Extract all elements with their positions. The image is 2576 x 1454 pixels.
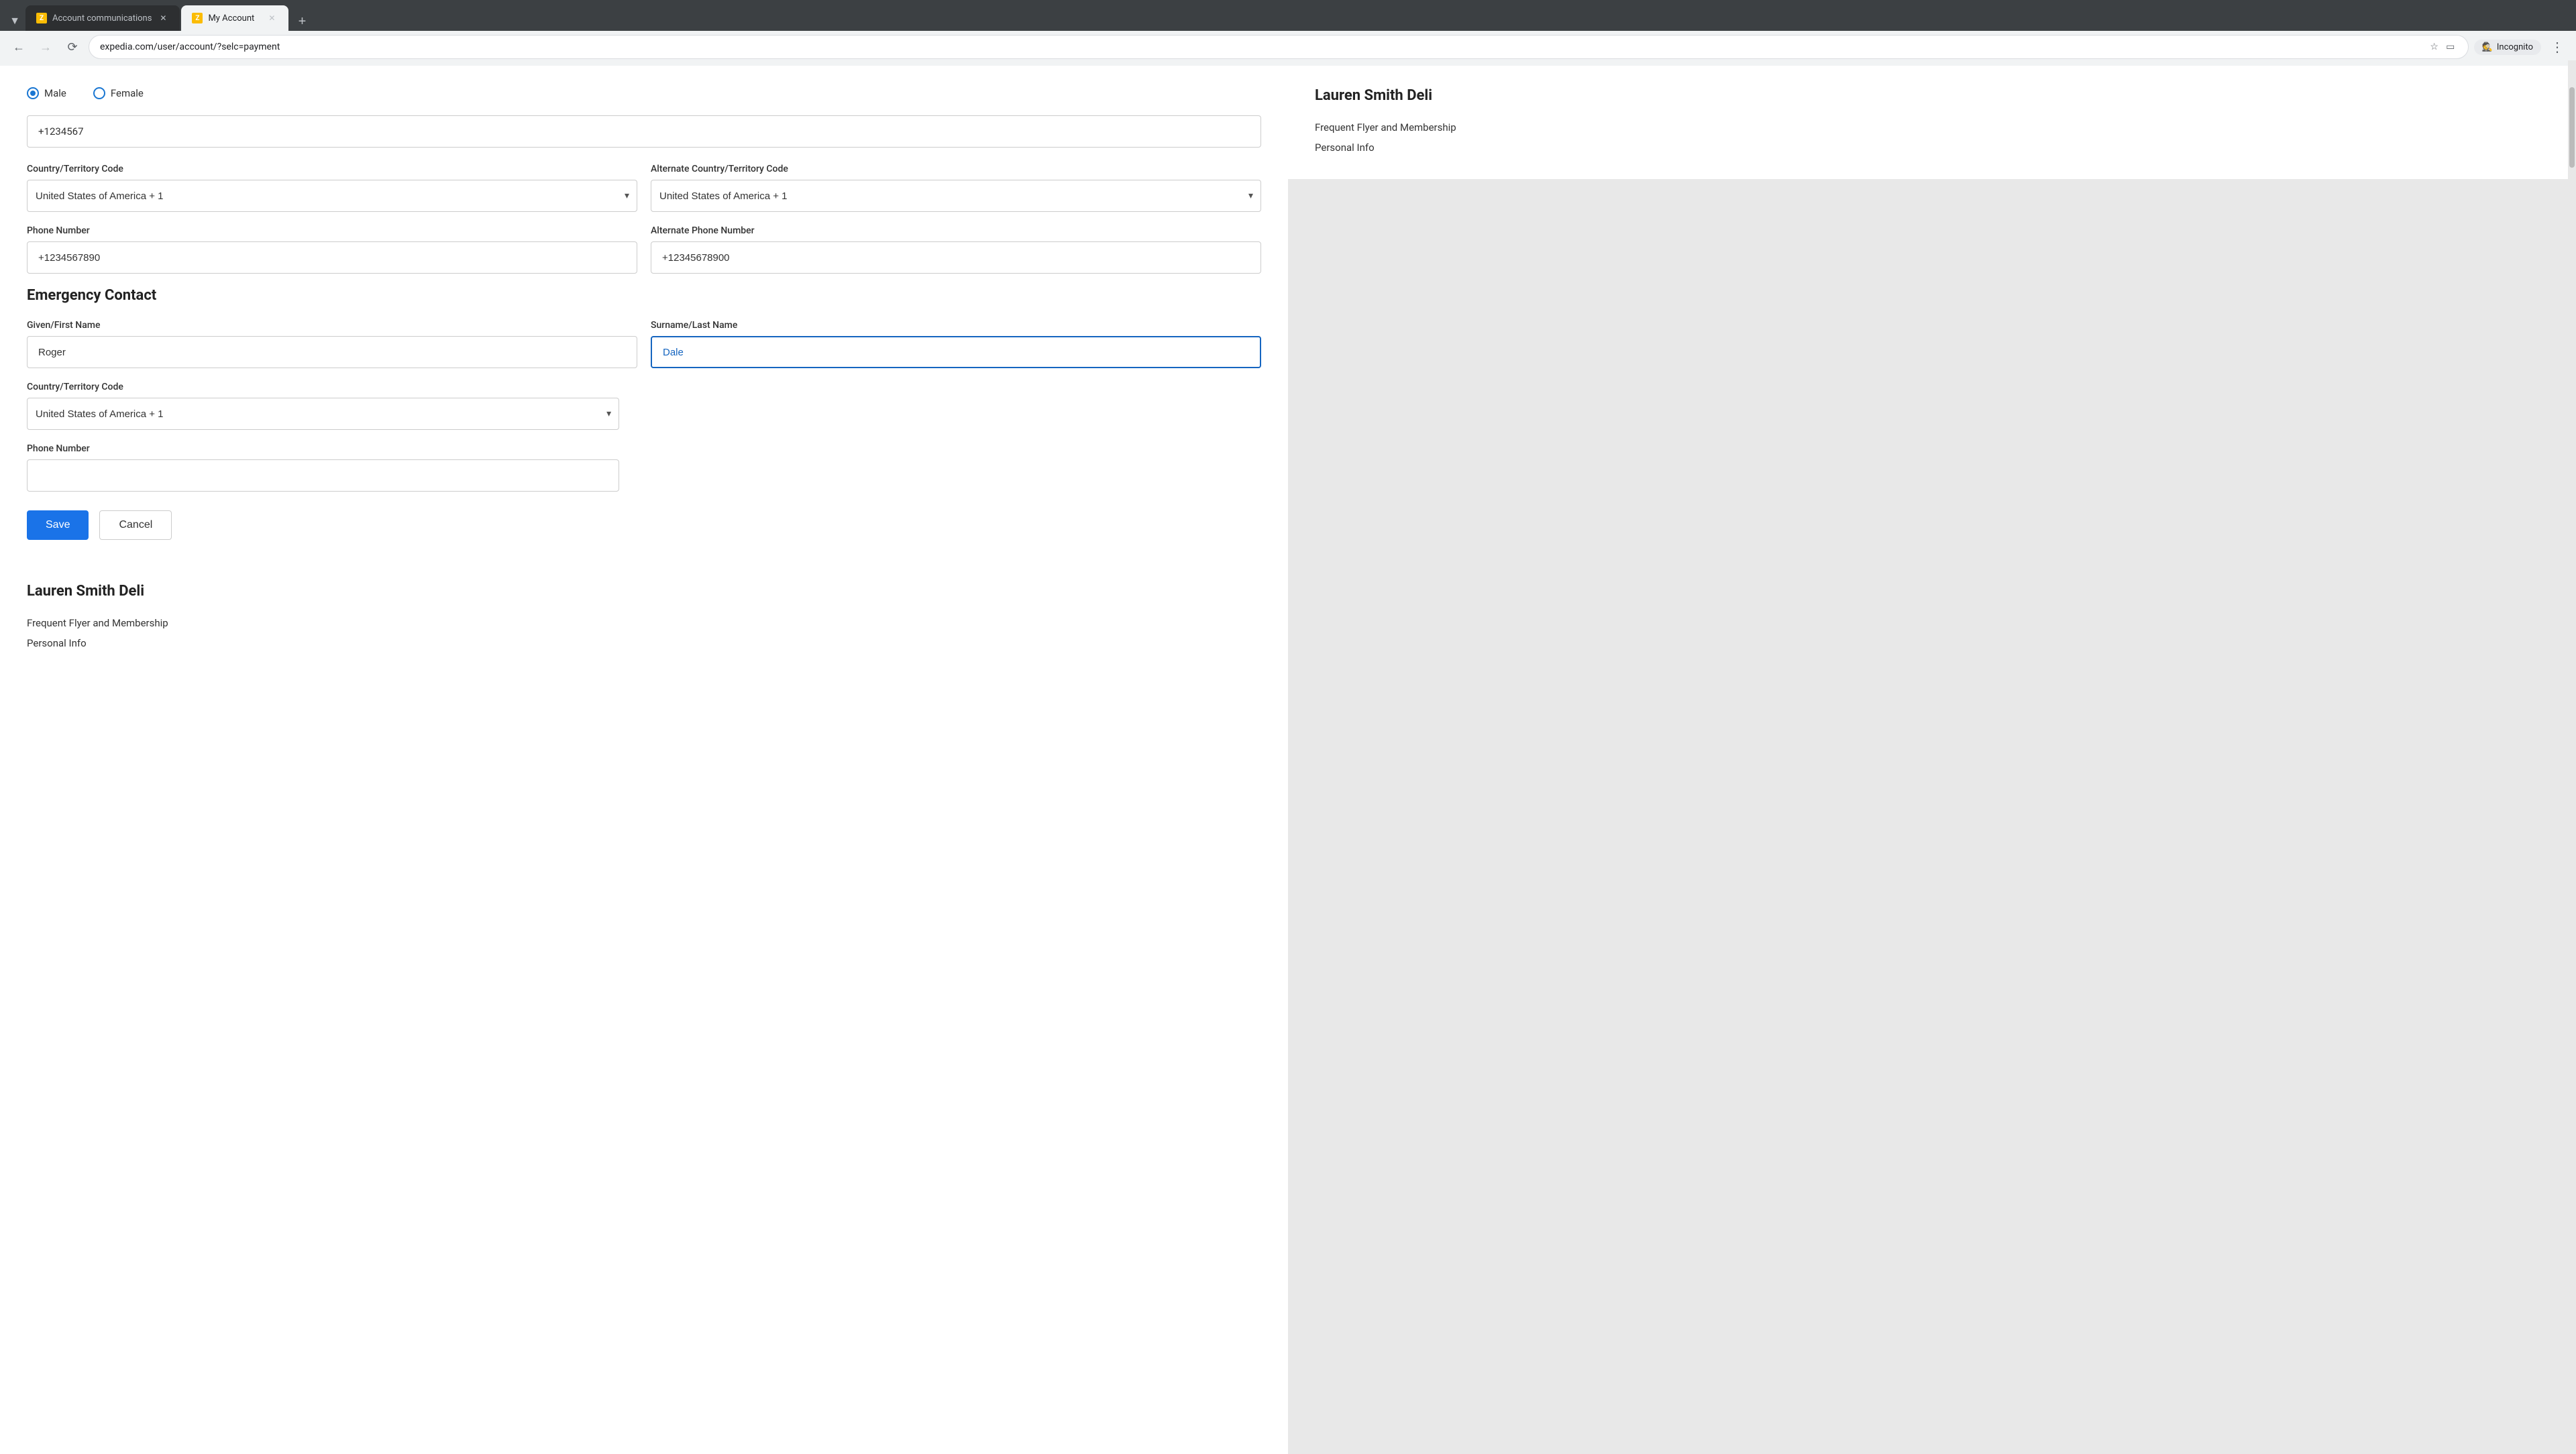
browser-chrome: ▼ Z Account communications ✕ Z My Accoun…	[0, 0, 2576, 66]
country-code-label: Country/Territory Code	[27, 164, 637, 174]
partial-phone-value: +1234567	[38, 125, 84, 137]
tab2-label: My Account	[208, 13, 260, 23]
female-label: Female	[111, 87, 144, 99]
cast-icon[interactable]: ▭	[2444, 40, 2457, 54]
main-panel: Male Female +1234567 Country/Territory C…	[0, 66, 1288, 1454]
emergency-contact-heading: Emergency Contact	[27, 287, 1261, 304]
tab2-close-button[interactable]: ✕	[266, 12, 278, 24]
incognito-label: Incognito	[2497, 42, 2533, 52]
tab1-close-button[interactable]: ✕	[157, 12, 169, 24]
country-select-wrapper: United States of America + 1 ▾	[27, 180, 637, 212]
male-label: Male	[44, 87, 66, 99]
bookmark-icon[interactable]: ☆	[2428, 40, 2441, 54]
bottom-card-left: Lauren Smith Deli Frequent Flyer and Mem…	[0, 561, 1288, 675]
alt-country-field-group: Alternate Country/Territory Code United …	[651, 164, 1261, 212]
form-section: Male Female +1234567 Country/Territory C…	[0, 66, 1288, 561]
alt-phone-field-group: Alternate Phone Number	[651, 225, 1261, 274]
forward-button[interactable]: →	[35, 36, 56, 58]
tab-expand-button[interactable]: ▼	[5, 12, 24, 31]
gender-male-option[interactable]: Male	[27, 87, 66, 99]
bottom-card-right: Lauren Smith Deli Frequent Flyer and Mem…	[1288, 66, 2576, 179]
ec-phone-label: Phone Number	[27, 443, 1261, 454]
bottom-sections: Lauren Smith Deli Frequent Flyer and Mem…	[0, 561, 1288, 675]
new-tab-button[interactable]: +	[292, 12, 311, 31]
tab-bar: ▼ Z Account communications ✕ Z My Accoun…	[0, 0, 2576, 31]
given-name-label: Given/First Name	[27, 320, 637, 331]
address-bar[interactable]: expedia.com/user/account/?selc=payment ☆…	[89, 35, 2469, 59]
scrollbar[interactable]	[2568, 60, 2576, 1449]
alt-country-code-label: Alternate Country/Territory Code	[651, 164, 1261, 174]
ec-phone-field-group: Phone Number	[27, 443, 1261, 492]
surname-input[interactable]	[651, 336, 1261, 368]
address-url: expedia.com/user/account/?selc=payment	[100, 42, 2422, 52]
alt-country-select[interactable]: United States of America + 1	[651, 180, 1261, 212]
tab-my-account[interactable]: Z My Account ✕	[181, 5, 288, 31]
tab1-favicon: Z	[36, 13, 47, 23]
male-radio-circle[interactable]	[27, 87, 39, 99]
incognito-icon: 🕵	[2482, 42, 2493, 52]
alt-phone-number-label: Alternate Phone Number	[651, 225, 1261, 236]
alt-country-select-wrapper: United States of America + 1 ▾	[651, 180, 1261, 212]
female-radio-circle[interactable]	[93, 87, 105, 99]
browser-menu-icons: 🕵 Incognito ⋮	[2474, 36, 2568, 58]
given-name-field-group: Given/First Name	[27, 320, 637, 368]
frequent-flyer-link-left[interactable]: Frequent Flyer and Membership	[27, 613, 1261, 633]
country-field-group: Country/Territory Code United States of …	[27, 164, 637, 212]
right-panel: Lauren Smith Deli Frequent Flyer and Mem…	[1288, 66, 2576, 1454]
cancel-button[interactable]: Cancel	[99, 510, 172, 540]
page-content: Male Female +1234567 Country/Territory C…	[0, 66, 2576, 1454]
tab-account-communications[interactable]: Z Account communications ✕	[25, 5, 180, 31]
reload-button[interactable]: ⟳	[62, 36, 83, 58]
personal-info-link-right[interactable]: Personal Info	[1315, 137, 2549, 158]
phone-number-label: Phone Number	[27, 225, 637, 236]
bottom-card-right-title: Lauren Smith Deli	[1315, 87, 2549, 104]
tab1-label: Account communications	[52, 13, 152, 23]
country-code-row: Country/Territory Code United States of …	[27, 164, 1261, 212]
gender-radio-row: Male Female	[27, 87, 1261, 99]
ec-country-select[interactable]: United States of America + 1	[27, 398, 619, 430]
partial-phone-display: +1234567	[27, 115, 1261, 148]
phone-field-group: Phone Number	[27, 225, 637, 274]
phone-number-row: Phone Number Alternate Phone Number	[27, 225, 1261, 274]
given-name-input[interactable]	[27, 336, 637, 368]
back-button[interactable]: ←	[8, 36, 30, 58]
surname-field-group: Surname/Last Name	[651, 320, 1261, 368]
ec-country-field-group: Country/Territory Code United States of …	[27, 382, 1261, 430]
country-select[interactable]: United States of America + 1	[27, 180, 637, 212]
name-row: Given/First Name Surname/Last Name	[27, 320, 1261, 368]
bottom-card-left-title: Lauren Smith Deli	[27, 583, 1261, 600]
save-button[interactable]: Save	[27, 510, 89, 540]
frequent-flyer-link-right[interactable]: Frequent Flyer and Membership	[1315, 117, 2549, 137]
surname-label: Surname/Last Name	[651, 320, 1261, 331]
address-bar-icons: ☆ ▭	[2428, 40, 2457, 54]
address-bar-row: ← → ⟳ expedia.com/user/account/?selc=pay…	[0, 31, 2576, 66]
scrollbar-thumb[interactable]	[2569, 87, 2575, 168]
browser-menu-button[interactable]: ⋮	[2546, 36, 2568, 58]
phone-number-input[interactable]	[27, 241, 637, 274]
tab2-favicon: Z	[192, 13, 203, 23]
ec-country-select-wrapper: United States of America + 1 ▾	[27, 398, 619, 430]
form-button-row: Save Cancel	[27, 510, 1261, 540]
alt-phone-number-input[interactable]	[651, 241, 1261, 274]
ec-country-label: Country/Territory Code	[27, 382, 1261, 392]
ec-phone-input[interactable]	[27, 459, 619, 492]
gender-female-option[interactable]: Female	[93, 87, 144, 99]
incognito-indicator: 🕵 Incognito	[2474, 40, 2541, 55]
personal-info-link-left[interactable]: Personal Info	[27, 633, 1261, 653]
